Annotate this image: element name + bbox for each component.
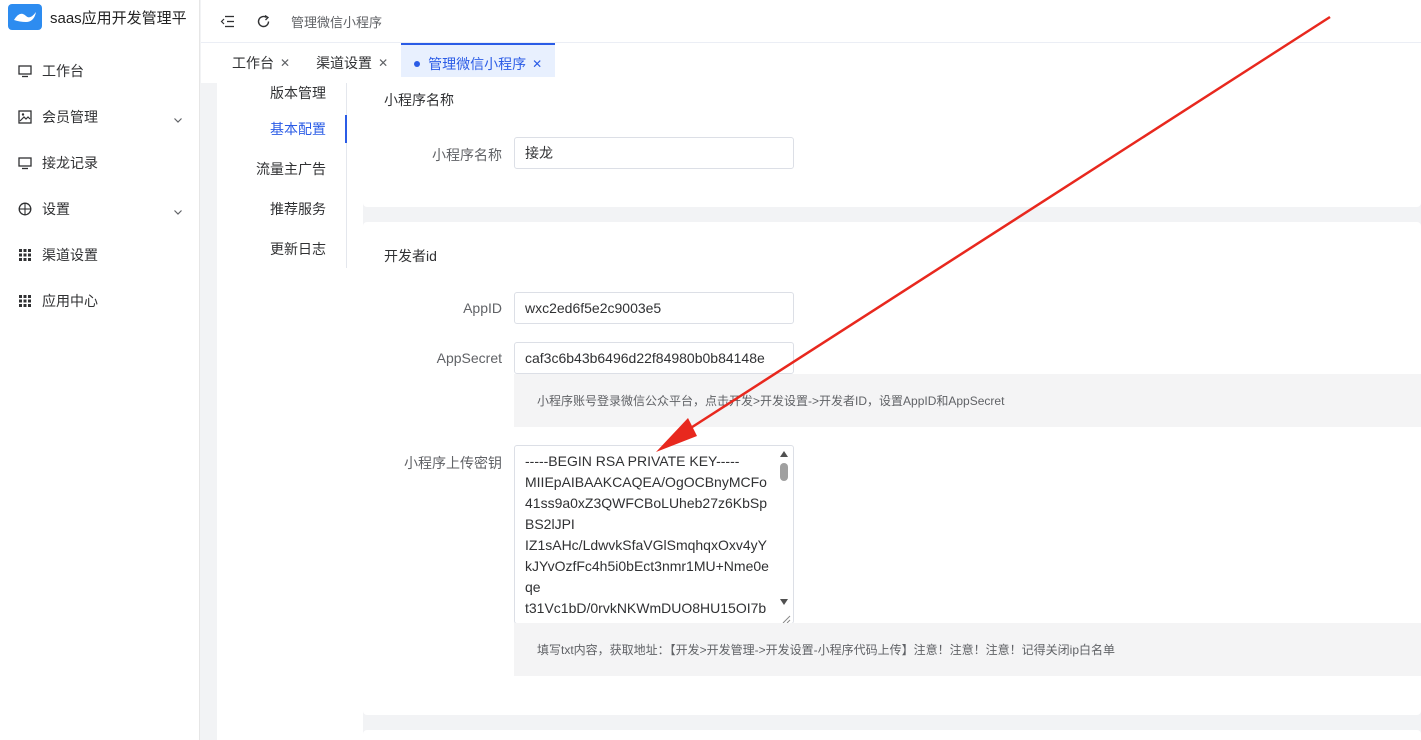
subnav-item-changelog[interactable]: 更新日志 bbox=[217, 229, 346, 269]
active-dot-icon bbox=[414, 61, 421, 67]
appsecret-label: AppSecret bbox=[436, 350, 502, 366]
textarea-scrollbar[interactable] bbox=[776, 447, 792, 609]
sidebar-item-workbench[interactable]: 工作台 bbox=[0, 48, 199, 94]
sidebar-menu: 工作台 会员管理 接龙记录 设置 渠道设置 应用中心 bbox=[0, 48, 199, 324]
close-icon[interactable]: ✕ bbox=[532, 57, 542, 71]
sidebar-item-label: 渠道设置 bbox=[42, 247, 98, 263]
sidebar-item-label: 工作台 bbox=[42, 63, 84, 79]
main-panel: 小程序名称 小程序名称 开发者id AppID AppSecret 小程序账号登… bbox=[363, 77, 1421, 740]
scroll-thumb[interactable] bbox=[780, 463, 788, 481]
upload-key-textarea[interactable]: -----BEGIN RSA PRIVATE KEY----- MIIEpAIB… bbox=[514, 445, 794, 624]
tab-label: 工作台 bbox=[232, 55, 274, 71]
grid-icon bbox=[18, 294, 32, 308]
miniprogram-name-input[interactable] bbox=[514, 137, 794, 169]
card-miniprogram-name: 小程序名称 小程序名称 bbox=[363, 77, 1421, 207]
card-developer-id: 开发者id AppID AppSecret 小程序账号登录微信公众平台，点击开发… bbox=[363, 222, 1421, 715]
menu-fold-icon[interactable] bbox=[219, 13, 235, 29]
sidebar-item-app-center[interactable]: 应用中心 bbox=[0, 278, 199, 324]
sidebar-item-label: 会员管理 bbox=[42, 109, 98, 125]
dashboard-icon bbox=[18, 202, 32, 216]
close-icon[interactable]: ✕ bbox=[280, 56, 290, 70]
section-title: 小程序名称 bbox=[384, 92, 454, 108]
breadcrumb: 管理微信小程序 bbox=[291, 14, 383, 30]
chevron-down-icon bbox=[173, 112, 183, 123]
app-logo-icon bbox=[8, 4, 42, 30]
card-next-section bbox=[363, 730, 1421, 740]
tab-label: 渠道设置 bbox=[316, 55, 373, 71]
monitor-icon bbox=[18, 64, 32, 78]
sidebar: saas应用开发管理平 工作台 会员管理 接龙记录 设置 渠道设置 应用中心 bbox=[0, 0, 200, 740]
sub-navigation: 版本管理 基本配置 流量主广告 推荐服务 更新日志 bbox=[217, 83, 347, 268]
picture-icon bbox=[18, 110, 32, 124]
appid-hint: 小程序账号登录微信公众平台，点击开发>开发设置->开发者ID，设置AppID和A… bbox=[514, 374, 1421, 427]
section-title: 开发者id bbox=[384, 248, 437, 264]
sidebar-item-label: 应用中心 bbox=[42, 293, 98, 309]
subnav-item-basic-config[interactable]: 基本配置 bbox=[217, 109, 347, 149]
tab-label: 管理微信小程序 bbox=[428, 56, 527, 72]
subnav-item-ads[interactable]: 流量主广告 bbox=[217, 149, 346, 189]
sidebar-item-label: 接龙记录 bbox=[42, 155, 98, 171]
appid-label: AppID bbox=[463, 300, 502, 316]
content-area: 版本管理 基本配置 流量主广告 推荐服务 更新日志 小程序名称 小程序名称 开发… bbox=[217, 77, 1421, 740]
top-header: 管理微信小程序 bbox=[201, 0, 1421, 43]
resize-handle-icon[interactable] bbox=[781, 611, 791, 623]
sidebar-item-label: 设置 bbox=[42, 201, 70, 217]
subnav-item-recommend[interactable]: 推荐服务 bbox=[217, 189, 346, 229]
refresh-icon[interactable] bbox=[255, 13, 271, 29]
sidebar-item-channels[interactable]: 渠道设置 bbox=[0, 232, 199, 278]
upload-key-label: 小程序上传密钥 bbox=[404, 455, 502, 471]
appsecret-input[interactable] bbox=[514, 342, 794, 374]
chevron-down-icon bbox=[173, 204, 183, 215]
monitor-icon bbox=[18, 156, 32, 170]
brand[interactable]: saas应用开发管理平 bbox=[0, 0, 199, 34]
subnav-item-version[interactable]: 版本管理 bbox=[217, 83, 346, 109]
appid-input[interactable] bbox=[514, 292, 794, 324]
grid-icon bbox=[18, 248, 32, 262]
upload-key-hint: 填写txt内容，获取地址：【开发>开发管理->开发设置-小程序代码上传】注意！注… bbox=[514, 623, 1421, 676]
app-title: saas应用开发管理平 bbox=[50, 9, 187, 27]
sidebar-item-settings[interactable]: 设置 bbox=[0, 186, 199, 232]
tab-workbench[interactable]: 工作台 ✕ bbox=[219, 43, 303, 83]
close-icon[interactable]: ✕ bbox=[378, 56, 388, 70]
name-label: 小程序名称 bbox=[432, 147, 502, 163]
sidebar-item-records[interactable]: 接龙记录 bbox=[0, 140, 199, 186]
scroll-up-icon[interactable] bbox=[780, 451, 788, 457]
upload-key-text: -----BEGIN RSA PRIVATE KEY----- MIIEpAIB… bbox=[525, 453, 769, 616]
sidebar-item-members[interactable]: 会员管理 bbox=[0, 94, 199, 140]
scroll-down-icon[interactable] bbox=[780, 599, 788, 605]
